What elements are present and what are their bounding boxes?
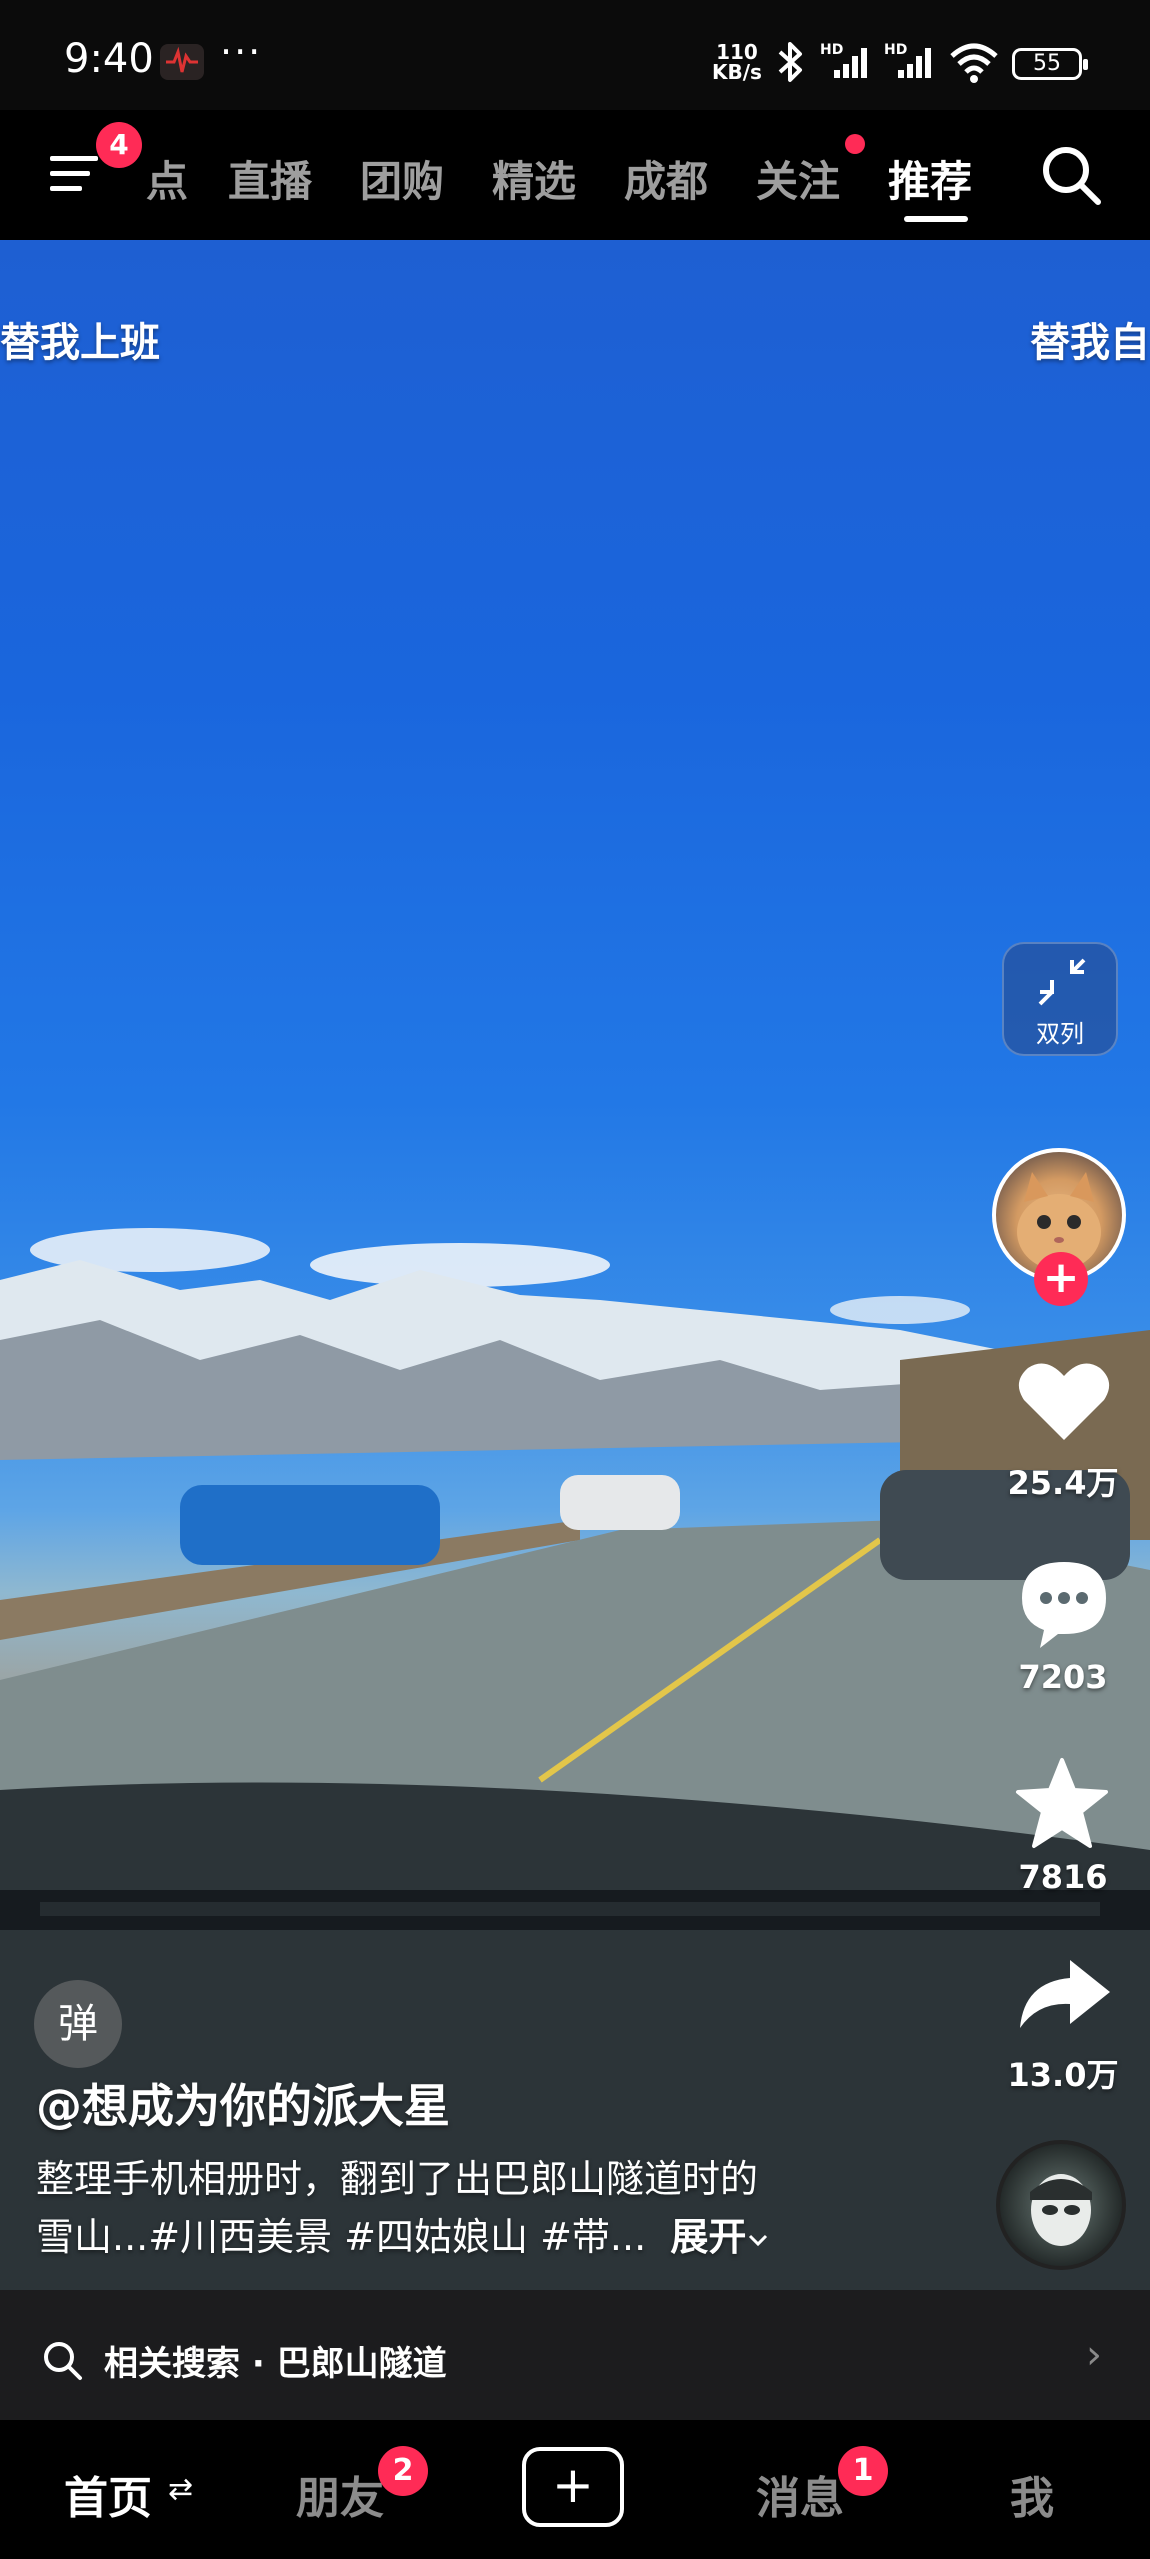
add-button[interactable]: + — [522, 2447, 624, 2527]
danmaku-toggle[interactable]: 弹 — [34, 1980, 122, 2068]
related-search-text[interactable]: 相关搜索 · 巴郎山隧道 — [104, 2336, 447, 2385]
video-player[interactable] — [0, 240, 1150, 2290]
comment-count: 7203 — [1018, 1658, 1108, 1696]
collapse-icon — [1038, 958, 1086, 1006]
friends-badge: 2 — [378, 2446, 428, 2496]
favorite-icon[interactable] — [1012, 1756, 1112, 1856]
tab-recommend[interactable]: 推荐 — [888, 148, 972, 209]
battery-indicator: 55 — [1012, 48, 1088, 80]
chevron-right-icon[interactable]: › — [1086, 2332, 1102, 2378]
music-disc[interactable] — [996, 2140, 1126, 2270]
tab-featured[interactable]: 精选 — [492, 148, 576, 209]
share-icon[interactable] — [1014, 1954, 1114, 2038]
tab-chengdu[interactable]: 成都 — [624, 148, 708, 209]
favorite-count: 7816 — [1018, 1858, 1108, 1896]
tab-following[interactable]: 关注 — [756, 148, 840, 209]
adjacent-video-title-right[interactable]: 替我自 — [1030, 310, 1150, 368]
caption-line-2: 雪山...#川西美景 #四姑娘山 #带... 展开 — [36, 2208, 896, 2266]
following-new-dot — [845, 134, 865, 154]
video-scene — [0, 1228, 1150, 2290]
status-time: 9:40 — [64, 36, 154, 82]
menu-badge: 4 — [96, 122, 142, 168]
double-column-button[interactable]: 双列 — [1002, 942, 1118, 1056]
bluetooth-icon — [770, 40, 810, 88]
nav-messages[interactable]: 消息 — [756, 2462, 844, 2526]
like-count: 25.4万 — [1007, 1464, 1119, 1502]
menu-icon[interactable] — [50, 152, 102, 200]
expand-button[interactable]: 展开 — [670, 2215, 770, 2259]
double-column-label: 双列 — [1036, 1020, 1084, 1048]
nav-home[interactable]: 首页 — [64, 2462, 152, 2526]
network-speed-unit: KB/s — [712, 60, 762, 84]
swap-icon[interactable]: ⇄ — [168, 2472, 193, 2507]
music-cover-image — [1030, 2174, 1092, 2246]
like-icon[interactable] — [1016, 1358, 1112, 1448]
network-speed-value: 110 — [716, 40, 758, 64]
active-tab-indicator — [904, 216, 968, 222]
share-count: 13.0万 — [1007, 2056, 1119, 2094]
messages-badge: 1 — [838, 2446, 888, 2496]
chevron-down-icon — [749, 2234, 768, 2247]
author-name[interactable]: @想成为你的派大星 — [36, 2070, 450, 2136]
network-speed: 110 KB/s — [712, 42, 762, 82]
more-notifications-icon: ··· — [220, 30, 263, 74]
nav-friends[interactable]: 朋友 — [296, 2462, 384, 2526]
video-caption[interactable]: 整理手机相册时，翻到了出巴郎山隧道时的 雪山...#川西美景 #四姑娘山 #带.… — [36, 2150, 896, 2266]
follow-button[interactable]: + — [1034, 1252, 1088, 1306]
expand-label: 展开 — [670, 2215, 747, 2259]
caption-line-1: 整理手机相册时，翻到了出巴郎山隧道时的 — [36, 2157, 759, 2201]
comment-icon[interactable] — [1014, 1556, 1114, 1654]
wifi-icon — [948, 40, 1000, 88]
tab-group-buy[interactable]: 团购 — [360, 148, 444, 209]
tab-live[interactable]: 直播 — [228, 148, 312, 209]
search-icon — [40, 2338, 84, 2386]
recording-icon — [160, 44, 204, 80]
caption-text: 雪山...#川西美景 #四姑娘山 #带... — [36, 2215, 647, 2259]
adjacent-video-title-left[interactable]: 替我上班 — [0, 310, 160, 368]
tab-nearby[interactable]: 点 — [146, 148, 188, 209]
search-icon[interactable] — [1038, 142, 1104, 212]
nav-me[interactable]: 我 — [1010, 2462, 1054, 2526]
